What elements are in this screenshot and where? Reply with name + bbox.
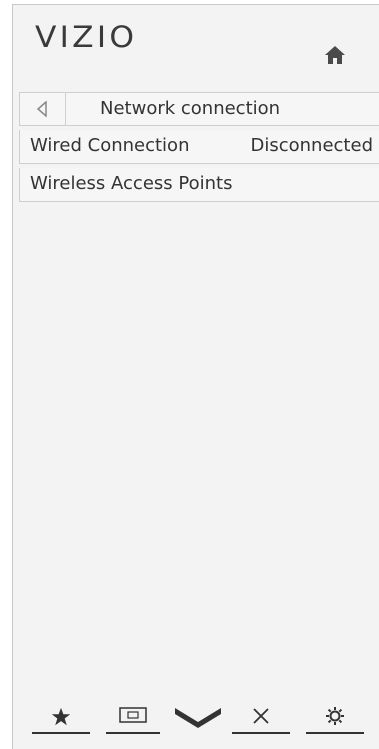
- input-screen-icon: [119, 707, 147, 723]
- home-icon[interactable]: [323, 43, 347, 67]
- nav-header: Network connection: [19, 92, 379, 126]
- underline: [232, 732, 290, 734]
- menu-item-label: Wired Connection: [30, 135, 190, 156]
- underline: [32, 732, 90, 734]
- vizio-button[interactable]: [170, 700, 226, 736]
- vizio-logo: VIZIO: [35, 20, 138, 54]
- input-button[interactable]: [106, 700, 160, 736]
- connection-status: Disconnected: [250, 135, 374, 156]
- underline: [306, 732, 364, 734]
- close-button[interactable]: [232, 700, 290, 736]
- menu-item-wired-connection[interactable]: Wired Connection Disconnected: [19, 130, 379, 164]
- back-triangle-icon: [36, 101, 47, 117]
- star-icon: [51, 707, 71, 726]
- page-title: Network connection: [100, 98, 281, 119]
- menu-item-wireless-access-points[interactable]: Wireless Access Points: [19, 168, 379, 202]
- close-icon: [253, 708, 269, 724]
- settings-button[interactable]: [306, 700, 364, 736]
- favorites-button[interactable]: [32, 700, 90, 736]
- bottom-bar: [30, 700, 370, 736]
- underline: [106, 732, 160, 734]
- vizio-v-icon: [175, 708, 221, 728]
- back-button[interactable]: [20, 93, 66, 125]
- menu-item-label: Wireless Access Points: [30, 173, 233, 194]
- gear-icon: [326, 707, 344, 725]
